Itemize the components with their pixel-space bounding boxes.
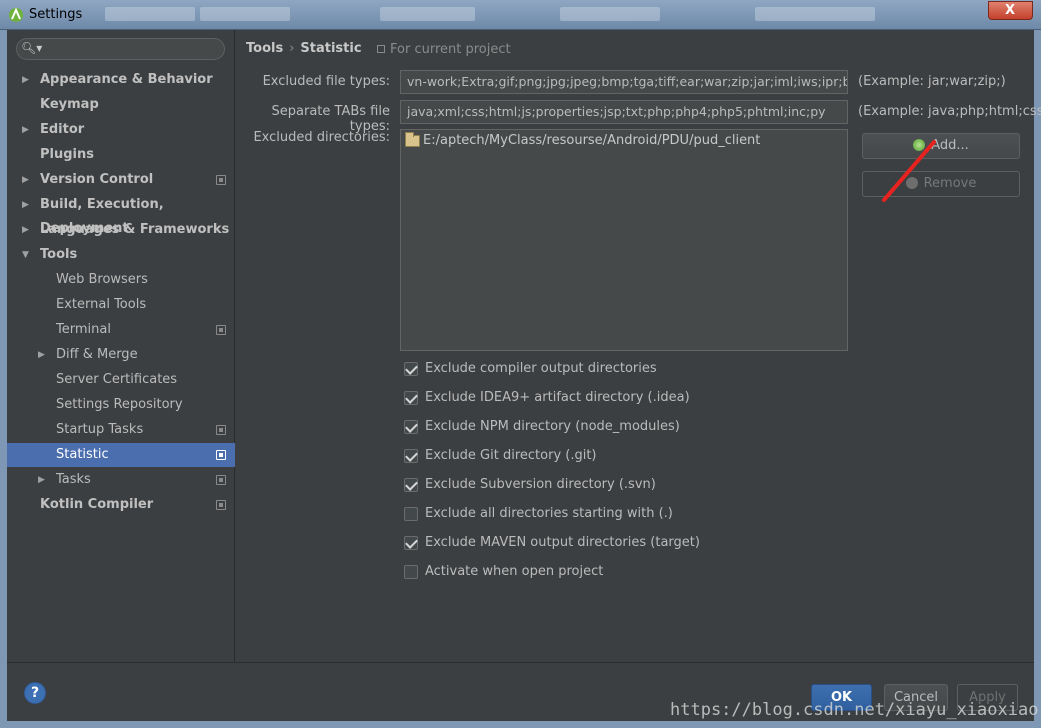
checkbox-label: Exclude compiler output directories	[425, 361, 657, 376]
project-icon	[377, 45, 385, 53]
settings-content: Tools › Statistic For current project Excl…	[236, 30, 1041, 662]
sidebar-item-plugins[interactable]: Plugins	[7, 143, 235, 167]
red-arrow-annotation	[882, 140, 936, 202]
checkbox-label: Exclude IDEA9+ artifact directory (.idea…	[425, 390, 690, 405]
sidebar-item-startup-tasks[interactable]: Startup Tasks	[7, 418, 235, 442]
project-level-icon	[216, 450, 226, 460]
separate-tabs-example: (Example: java;php;html;css;)	[858, 104, 1041, 119]
breadcrumb: Tools › Statistic For current project	[246, 41, 511, 57]
checkbox[interactable]	[404, 565, 418, 579]
collapsed-arrow-icon[interactable]: ▶	[22, 218, 29, 242]
close-icon: X	[1005, 3, 1016, 18]
checkbox[interactable]	[404, 391, 418, 405]
project-level-icon	[216, 500, 226, 510]
sidebar-item-label: Keymap	[40, 97, 99, 112]
sidebar-item-label: Languages & Frameworks	[40, 222, 230, 237]
breadcrumb-separator: ›	[289, 41, 295, 56]
sidebar-item-build-execution-deployment[interactable]: ▶ Build, Execution, Deployment	[7, 193, 235, 236]
checkbox[interactable]	[404, 420, 418, 434]
sidebar-item-tasks[interactable]: ▶ Tasks	[7, 468, 235, 492]
sidebar-item-external-tools[interactable]: External Tools	[7, 293, 235, 317]
sidebar-item-label: Tools	[40, 247, 78, 262]
sidebar-item-settings-repository[interactable]: Settings Repository	[7, 393, 235, 417]
sidebar-item-web-browsers[interactable]: Web Browsers	[7, 268, 235, 292]
sidebar-item-label: Settings Repository	[56, 397, 183, 412]
checkbox[interactable]	[404, 507, 418, 521]
checkbox[interactable]	[404, 362, 418, 376]
project-level-icon	[216, 325, 226, 335]
breadcrumb-current: Statistic	[300, 41, 362, 56]
project-level-icon	[216, 425, 226, 435]
checkbox-label: Activate when open project	[425, 564, 604, 579]
sidebar-item-tools[interactable]: ▼ Tools	[7, 243, 235, 267]
checkbox-label: Exclude Subversion directory (.svn)	[425, 477, 656, 492]
sidebar-item-terminal[interactable]: Terminal	[7, 318, 235, 342]
sidebar-item-label: Diff & Merge	[56, 347, 138, 362]
sidebar-item-editor[interactable]: ▶ Editor	[7, 118, 235, 142]
window-title: Settings	[29, 7, 83, 22]
excluded-file-types-input[interactable]: vn-work;Extra;gif;png;jpg;jpeg;bmp;tga;t…	[400, 70, 848, 94]
directory-path: E:/aptech/MyClass/resourse/Android/PDU/p…	[423, 133, 761, 148]
sidebar-item-label: Tasks	[56, 472, 91, 487]
sidebar-item-label: Statistic	[56, 447, 109, 462]
sidebar-item-diff-merge[interactable]: ▶ Diff & Merge	[7, 343, 235, 367]
directory-item[interactable]: E:/aptech/MyClass/resourse/Android/PDU/p…	[403, 132, 760, 150]
sidebar-item-label: Terminal	[56, 322, 111, 337]
sidebar-item-label: Server Certificates	[56, 372, 178, 387]
background-taskbar	[95, 4, 975, 24]
sidebar-item-label: Version Control	[40, 172, 154, 187]
settings-sidebar: 🔍︎▾ ▶ Appearance & Behavior Keymap ▶ Editor P…	[7, 30, 235, 662]
sidebar-item-appearance-behavior[interactable]: ▶ Appearance & Behavior	[7, 68, 235, 92]
scope-label: For current project	[390, 42, 511, 57]
sidebar-item-version-control[interactable]: ▶ Version Control	[7, 168, 235, 192]
checkbox[interactable]	[404, 478, 418, 492]
search-field[interactable]: 🔍︎▾	[16, 38, 225, 60]
sidebar-item-kotlin-compiler[interactable]: Kotlin Compiler	[7, 493, 235, 517]
sidebar-item-statistic[interactable]: Statistic	[7, 443, 235, 467]
excluded-directories-label: Excluded directories:	[253, 130, 390, 145]
checkbox[interactable]	[404, 536, 418, 550]
sidebar-item-label: Startup Tasks	[56, 422, 144, 437]
sidebar-item-languages-frameworks[interactable]: ▶ Languages & Frameworks	[7, 218, 235, 242]
breadcrumb-parent: Tools	[246, 41, 284, 56]
collapsed-arrow-icon[interactable]: ▶	[22, 193, 29, 217]
project-scope-hint: For current project	[377, 42, 757, 57]
title-bar: Settings X	[0, 0, 1041, 30]
sidebar-item-keymap[interactable]: Keymap	[7, 93, 235, 117]
expanded-arrow-icon[interactable]: ▼	[22, 243, 29, 267]
close-button[interactable]: X	[988, 1, 1033, 20]
excluded-file-types-example: (Example: jar;war;zip;)	[858, 74, 1006, 89]
collapsed-arrow-icon[interactable]: ▶	[22, 118, 29, 142]
checkbox-label: Exclude NPM directory (node_modules)	[425, 419, 680, 434]
checkbox-label: Exclude Git directory (.git)	[425, 448, 597, 463]
separate-tabs-input[interactable]: java;xml;css;html;js;properties;jsp;txt;…	[400, 100, 848, 124]
android-studio-icon	[9, 7, 23, 22]
sidebar-item-server-certificates[interactable]: Server Certificates	[7, 368, 235, 392]
sidebar-item-label: Web Browsers	[56, 272, 148, 287]
search-icon: 🔍︎▾	[21, 41, 43, 55]
collapsed-arrow-icon[interactable]: ▶	[22, 68, 29, 92]
project-level-icon	[216, 475, 226, 485]
checkbox-label: Exclude all directories starting with (.…	[425, 506, 673, 521]
sidebar-item-label: Appearance & Behavior	[40, 72, 213, 87]
collapsed-arrow-icon[interactable]: ▶	[38, 343, 45, 367]
window-frame-left	[0, 30, 7, 728]
excluded-file-types-label: Excluded file types:	[262, 74, 390, 89]
checkbox-label: Exclude MAVEN output directories (target…	[425, 535, 700, 550]
watermark-text: https://blog.csdn.net/xiayu_xiaoxiao	[670, 700, 1039, 720]
project-level-icon	[216, 175, 226, 185]
sidebar-item-label: External Tools	[56, 297, 147, 312]
sidebar-item-label: Plugins	[40, 147, 94, 162]
collapsed-arrow-icon[interactable]: ▶	[22, 168, 29, 192]
collapsed-arrow-icon[interactable]: ▶	[38, 468, 45, 492]
help-button[interactable]: ?	[24, 682, 46, 704]
window-frame-right	[1034, 30, 1041, 728]
checkbox[interactable]	[404, 449, 418, 463]
window-frame-bottom	[0, 721, 1041, 728]
folder-icon	[405, 132, 420, 147]
excluded-directories-list[interactable]: E:/aptech/MyClass/resourse/Android/PDU/p…	[400, 129, 848, 351]
sidebar-item-label: Kotlin Compiler	[40, 497, 154, 512]
sidebar-item-label: Editor	[40, 122, 85, 137]
